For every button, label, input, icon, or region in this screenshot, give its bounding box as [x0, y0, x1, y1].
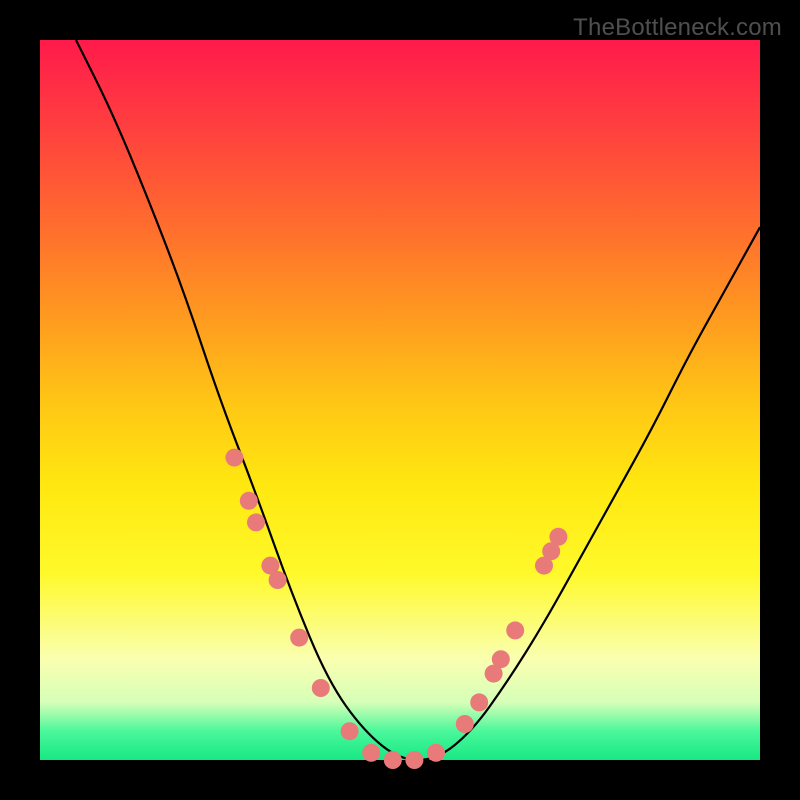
chart-svg	[40, 40, 760, 760]
data-marker	[405, 751, 423, 769]
data-marker	[362, 744, 380, 762]
data-marker	[225, 449, 243, 467]
watermark-text: TheBottleneck.com	[573, 14, 782, 42]
chart-frame: TheBottleneck.com	[0, 0, 800, 800]
plot-area	[40, 40, 760, 760]
data-marker	[341, 722, 359, 740]
data-marker	[247, 513, 265, 531]
data-marker	[427, 744, 445, 762]
data-marker	[269, 571, 287, 589]
data-marker	[506, 621, 524, 639]
data-marker	[456, 715, 474, 733]
data-marker	[492, 650, 510, 668]
data-marker	[470, 693, 488, 711]
data-marker	[384, 751, 402, 769]
marker-layer	[225, 449, 567, 769]
curve-layer	[76, 40, 760, 760]
data-marker	[312, 679, 330, 697]
data-marker	[290, 629, 308, 647]
bottleneck-curve	[76, 40, 760, 760]
data-marker	[549, 528, 567, 546]
data-marker	[240, 492, 258, 510]
